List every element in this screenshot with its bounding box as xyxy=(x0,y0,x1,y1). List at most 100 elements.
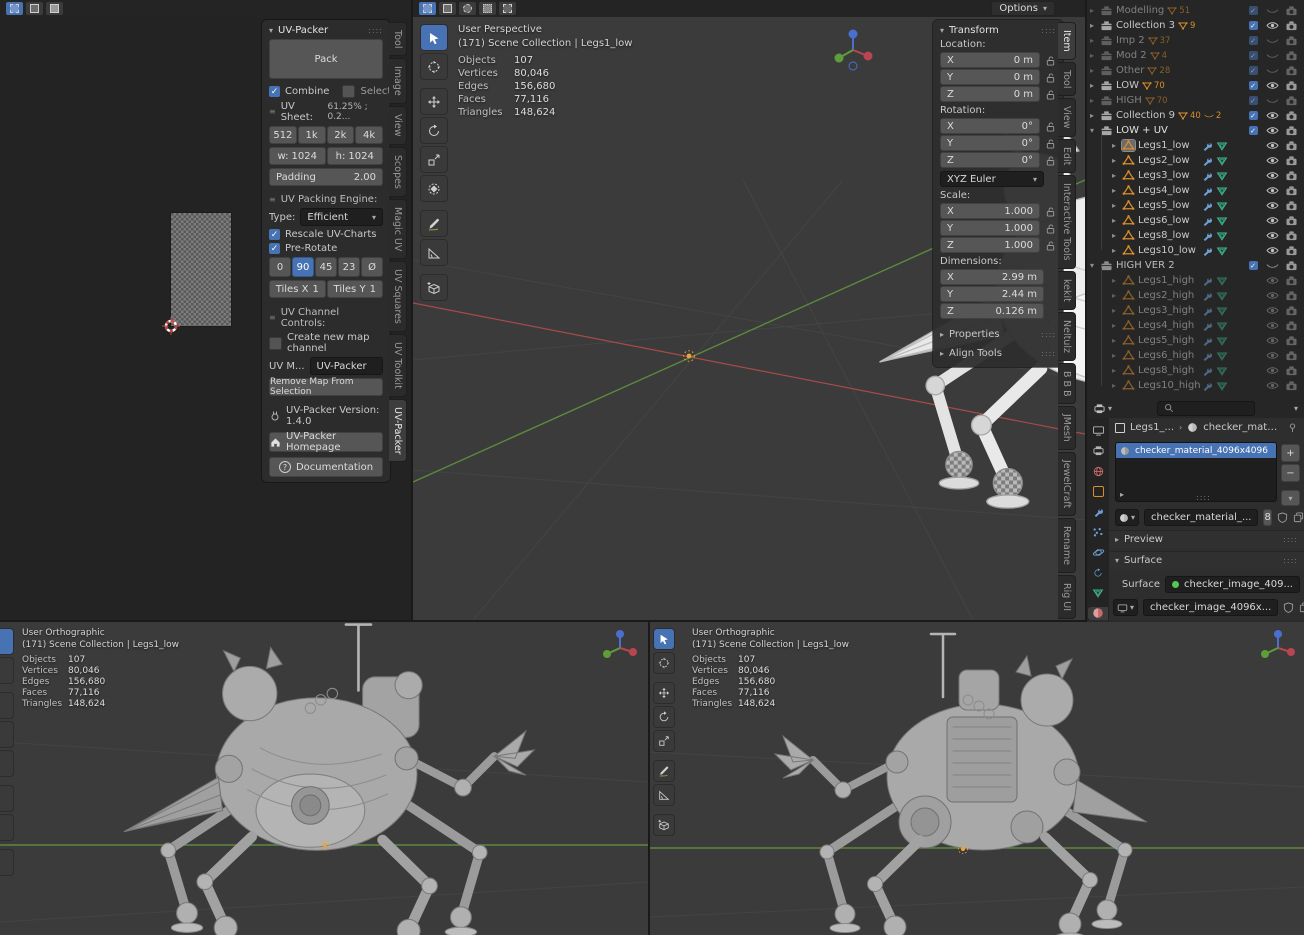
panel-collapse-icon[interactable]: ▾ xyxy=(269,26,273,35)
outliner-object-row[interactable]: ▸ Legs3_high xyxy=(1087,303,1304,318)
copy-icon[interactable] xyxy=(1299,602,1304,613)
viewport-main[interactable]: Options▾ User Perspective (171) Scene Co… xyxy=(413,0,1087,622)
create-channel-checkbox[interactable]: ✓ xyxy=(269,337,282,350)
outliner-collection-row[interactable]: ▸HIGH70✓ xyxy=(1087,93,1304,108)
eye-closed-icon[interactable] xyxy=(1266,260,1279,271)
select-tweak-button[interactable] xyxy=(419,2,436,15)
material-slot-selected[interactable]: checker_material_4096x4096 xyxy=(1116,443,1276,458)
tool-scale[interactable] xyxy=(653,730,675,752)
tool-move[interactable] xyxy=(653,682,675,704)
uv-2d-cursor-icon[interactable] xyxy=(162,317,180,335)
outliner-object-row[interactable]: ▸ Legs2_low xyxy=(1087,153,1304,168)
uv-select-edge-button[interactable] xyxy=(26,2,43,15)
lock-icon[interactable] xyxy=(1045,55,1056,66)
eye-icon[interactable] xyxy=(1266,170,1279,181)
outliner-collection-row[interactable]: ▸Collection 39✓ xyxy=(1087,18,1304,33)
camera-visibility-icon[interactable] xyxy=(1285,125,1298,136)
viewport-sidebar-tab[interactable]: Interactive Tools xyxy=(1058,175,1076,269)
viewport-sidebar-tab[interactable]: Edit xyxy=(1058,139,1076,173)
viewport-sidebar-tab[interactable]: JMesh xyxy=(1058,406,1076,450)
properties-search-input[interactable] xyxy=(1157,401,1255,416)
list-expand-icon[interactable]: ▸ xyxy=(1120,490,1124,499)
material-users-count[interactable]: 8 xyxy=(1263,509,1271,526)
camera-visibility-icon[interactable] xyxy=(1285,275,1298,286)
lock-icon[interactable] xyxy=(1045,206,1056,217)
viewport-sidebar-tab[interactable]: Rename xyxy=(1058,518,1076,573)
tool-rotate[interactable] xyxy=(653,706,675,728)
tool-move[interactable] xyxy=(420,88,448,115)
eye-icon[interactable] xyxy=(1266,290,1279,301)
location-z-field[interactable]: Z0 m xyxy=(940,86,1040,102)
eye-icon[interactable] xyxy=(1266,350,1279,361)
select-box-button[interactable] xyxy=(439,2,456,15)
tab-modifiers[interactable] xyxy=(1088,505,1108,518)
outliner-collection-row[interactable]: ▸Imp 237✓ xyxy=(1087,33,1304,48)
exclude-checkbox[interactable]: ✓ xyxy=(1249,96,1258,105)
uv-sheet-expand-icon[interactable]: ≡ xyxy=(269,110,276,114)
editor-type-icon[interactable]: ▾ xyxy=(1093,403,1112,414)
lock-icon[interactable] xyxy=(1045,240,1056,251)
camera-visibility-icon[interactable] xyxy=(1285,140,1298,151)
tab-material[interactable] xyxy=(1088,607,1108,620)
eye-icon[interactable] xyxy=(1266,215,1279,226)
material-name-field[interactable]: checker_material_... xyxy=(1144,509,1258,526)
align-tools-label[interactable]: Align Tools xyxy=(949,348,1002,359)
tool-cursor[interactable] xyxy=(420,53,448,80)
exclude-checkbox[interactable]: ✓ xyxy=(1249,6,1258,15)
viewport-sidebar-tab[interactable]: JewelCraft xyxy=(1058,452,1076,516)
eye-icon[interactable] xyxy=(1266,230,1279,241)
slot-remove-button[interactable]: − xyxy=(1281,464,1300,482)
exclude-checkbox[interactable]: ✓ xyxy=(1249,51,1258,60)
size-button[interactable]: 1k xyxy=(298,126,326,144)
eye-closed-icon[interactable] xyxy=(1266,5,1279,16)
outliner-object-row[interactable]: ▸ Legs4_low xyxy=(1087,183,1304,198)
dimensions-z-field[interactable]: Z0.126 m xyxy=(940,303,1044,319)
camera-visibility-icon[interactable] xyxy=(1285,215,1298,226)
tool-measure[interactable] xyxy=(653,784,675,806)
exclude-checkbox[interactable]: ✓ xyxy=(1249,21,1258,30)
remove-map-button[interactable]: Remove Map From Selection xyxy=(269,378,383,396)
eye-icon[interactable] xyxy=(1266,320,1279,331)
combine-checkbox[interactable]: ✓ xyxy=(269,86,280,97)
tool-scale[interactable] xyxy=(420,146,448,173)
camera-visibility-icon[interactable] xyxy=(1285,65,1298,76)
outliner-collection-row[interactable]: ▸Mod 24✓ xyxy=(1087,48,1304,63)
fake-user-shield-icon[interactable] xyxy=(1283,602,1294,613)
eye-icon[interactable] xyxy=(1266,155,1279,166)
breadcrumb-material[interactable]: checker_material_409... xyxy=(1203,422,1282,433)
sun-light-icon[interactable] xyxy=(956,842,970,856)
uv-select-vertex-button[interactable] xyxy=(6,2,23,15)
type-dropdown[interactable]: Efficient▾ xyxy=(300,208,383,226)
uv-sidebar-tab[interactable]: View xyxy=(389,106,407,145)
rescale-checkbox[interactable]: ✓ xyxy=(269,229,280,240)
size-button[interactable]: 2k xyxy=(327,126,355,144)
lock-icon[interactable] xyxy=(1045,155,1056,166)
camera-visibility-icon[interactable] xyxy=(1285,185,1298,196)
exclude-checkbox[interactable]: ✓ xyxy=(1249,126,1258,135)
width-field[interactable]: w:1024 xyxy=(269,147,326,165)
outliner-object-row[interactable]: ▸ Legs4_high xyxy=(1087,318,1304,333)
eye-closed-icon[interactable] xyxy=(1266,65,1279,76)
tab-physics[interactable] xyxy=(1088,546,1108,559)
rotation-button[interactable]: 0 xyxy=(269,257,291,277)
camera-visibility-icon[interactable] xyxy=(1285,380,1298,391)
uv-sidebar-tab[interactable]: UV Toolkit xyxy=(389,334,407,397)
filter-dropdown-icon[interactable]: ▾ xyxy=(1294,404,1298,413)
navigation-gizmo[interactable] xyxy=(600,628,640,668)
location-y-field[interactable]: Y0 m xyxy=(940,69,1040,85)
outliner-object-row[interactable]: ▸ Legs1_low xyxy=(1087,138,1304,153)
outliner-object-row[interactable]: ▸ Legs8_high xyxy=(1087,363,1304,378)
viewport-sidebar-tab[interactable]: View xyxy=(1058,98,1076,137)
eye-icon[interactable] xyxy=(1266,125,1279,136)
eye-closed-icon[interactable] xyxy=(1266,95,1279,106)
eye-icon[interactable] xyxy=(1266,245,1279,256)
eye-icon[interactable] xyxy=(1266,365,1279,376)
tool-annotate[interactable] xyxy=(0,785,14,812)
navigation-gizmo[interactable] xyxy=(1258,628,1298,668)
surface-section-header[interactable]: ▾Surface:::: xyxy=(1109,551,1304,569)
camera-visibility-icon[interactable] xyxy=(1285,5,1298,16)
scale-y-field[interactable]: Y1.000 xyxy=(940,220,1040,236)
align-tools-expand-icon[interactable]: ▸ xyxy=(940,349,944,358)
pin-icon[interactable] xyxy=(1287,422,1298,433)
eye-icon[interactable] xyxy=(1266,200,1279,211)
